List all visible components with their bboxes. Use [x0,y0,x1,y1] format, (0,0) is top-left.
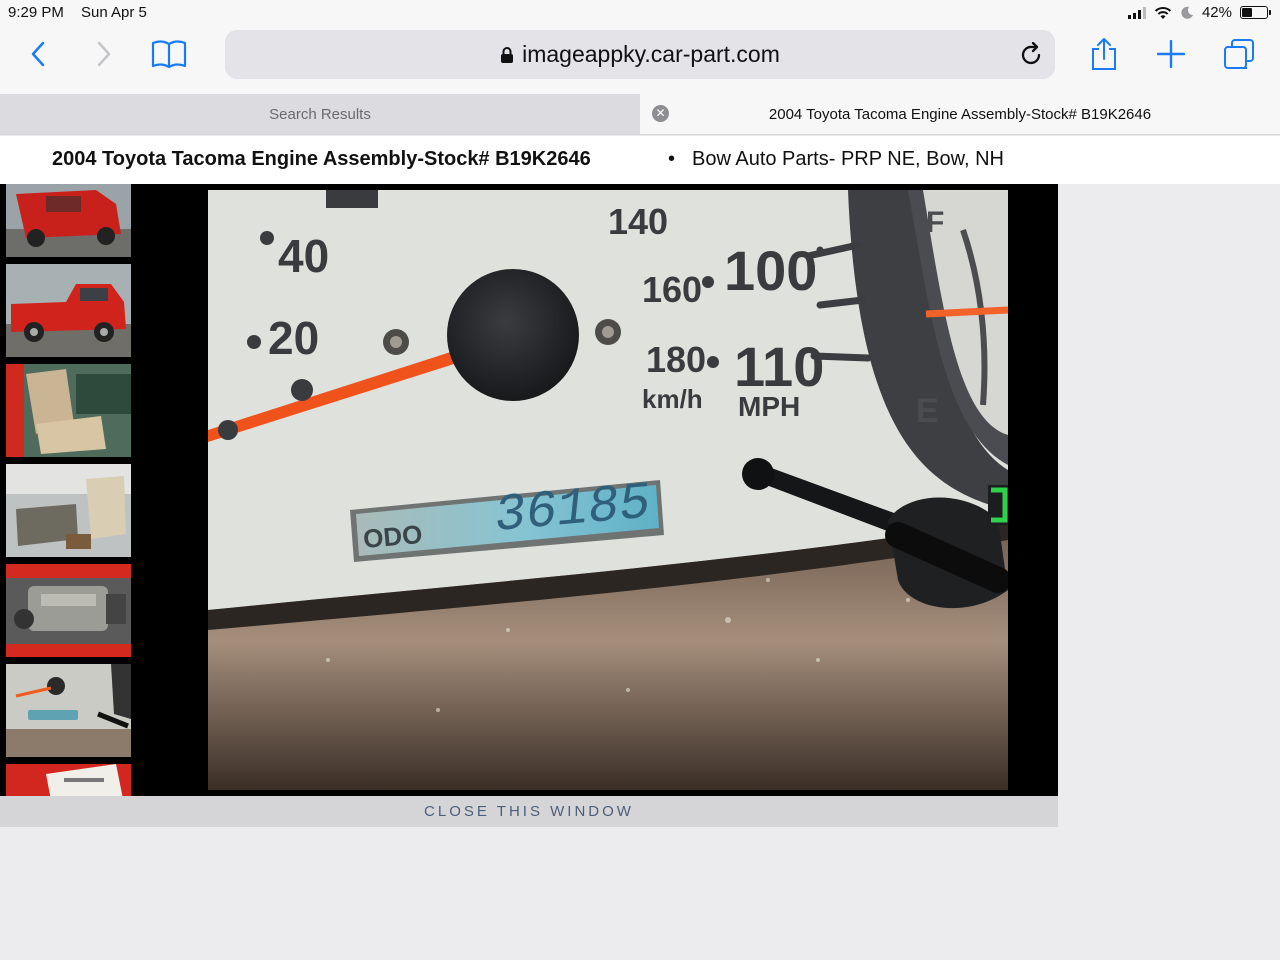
speed-mark-110: 110 [734,335,824,398]
status-right: 42% [1127,4,1271,21]
fuel-empty-label: E [916,392,939,430]
share-icon [1092,38,1116,70]
title-separator: • [668,148,676,170]
lock-icon [501,46,514,63]
chevron-left-icon [31,41,45,67]
speed-mark-100: 100 [724,239,817,302]
share-button[interactable] [1082,32,1126,76]
kmh-mark-160: 160 [642,269,702,310]
thumbnail-engine-bay[interactable] [6,564,131,657]
thumbnail-strip[interactable] [6,184,131,796]
close-window-link[interactable]: CLOSE THIS WINDOW [424,803,634,820]
book-icon [151,40,187,69]
new-tab-button[interactable] [1149,32,1193,76]
listing-header: 2004 Toyota Tacoma Engine Assembly-Stock… [0,136,1280,184]
back-button[interactable] [16,32,60,76]
tab-part-listing[interactable]: ✕ 2004 Toyota Tacoma Engine Assembly-Sto… [640,94,1280,134]
thumbnail-red-truck-rear[interactable] [6,184,131,257]
tab-bar: Search Results ✕ 2004 Toyota Tacoma Engi… [0,94,1280,135]
page-title: 2004 Toyota Tacoma Engine Assembly-Stock… [52,148,591,170]
speed-mark-40: 40 [278,230,329,282]
close-tab-icon[interactable]: ✕ [652,105,669,122]
tab-label: Search Results [269,105,371,123]
browser-toolbar: imageappky.car-part.com [0,26,1280,94]
status-time: 9:29 PM [8,4,64,21]
chevron-right-icon [97,41,111,67]
status-date: Sun Apr 5 [81,4,147,21]
bookmarks-button[interactable] [147,32,191,76]
mph-unit-label: MPH [738,391,800,422]
thumbnail-instrument-cluster[interactable] [6,664,131,757]
battery-percent: 42% [1201,4,1232,21]
main-photo: F E 40 20 100 110 140 160 180 km/h MPH O… [208,190,1008,790]
plus-icon [1157,40,1185,68]
forward-button[interactable] [82,32,126,76]
tab-search-results[interactable]: Search Results [0,94,640,134]
thumbnail-red-truck-side[interactable] [6,264,131,357]
status-bar: 9:29 PM Sun Apr 5 42% [0,0,1280,26]
tabs-overview-button[interactable] [1217,32,1261,76]
speed-mark-20: 20 [268,312,319,364]
fuel-full-label: F [926,206,944,239]
kmh-mark-180: 180 [646,339,706,380]
seller-name: Bow Auto Parts- PRP NE, Bow, NH [692,148,1004,170]
tabs-icon [1224,39,1254,69]
close-window-bar[interactable]: CLOSE THIS WINDOW [0,796,1058,827]
url-text: imageappky.car-part.com [522,41,780,67]
reload-button[interactable] [1021,41,1043,71]
thumbnail-interior-seats[interactable] [6,364,131,457]
cellular-signal-icon [1127,6,1146,19]
tab-label: 2004 Toyota Tacoma Engine Assembly-Stock… [768,105,1152,123]
wifi-icon [1154,6,1172,19]
kmh-mark-140: 140 [608,201,668,242]
thumbnail-interior-rear[interactable] [6,464,131,557]
do-not-disturb-icon [1181,6,1193,19]
odometer-label: ODO [362,519,424,554]
reload-icon [1021,41,1041,65]
thumbnail-stock-tag[interactable] [6,764,131,796]
kmh-unit-label: km/h [642,384,703,414]
image-viewer: F E 40 20 100 110 140 160 180 km/h MPH O… [0,184,1058,796]
address-bar[interactable]: imageappky.car-part.com [225,30,1055,79]
battery-icon [1240,6,1271,19]
